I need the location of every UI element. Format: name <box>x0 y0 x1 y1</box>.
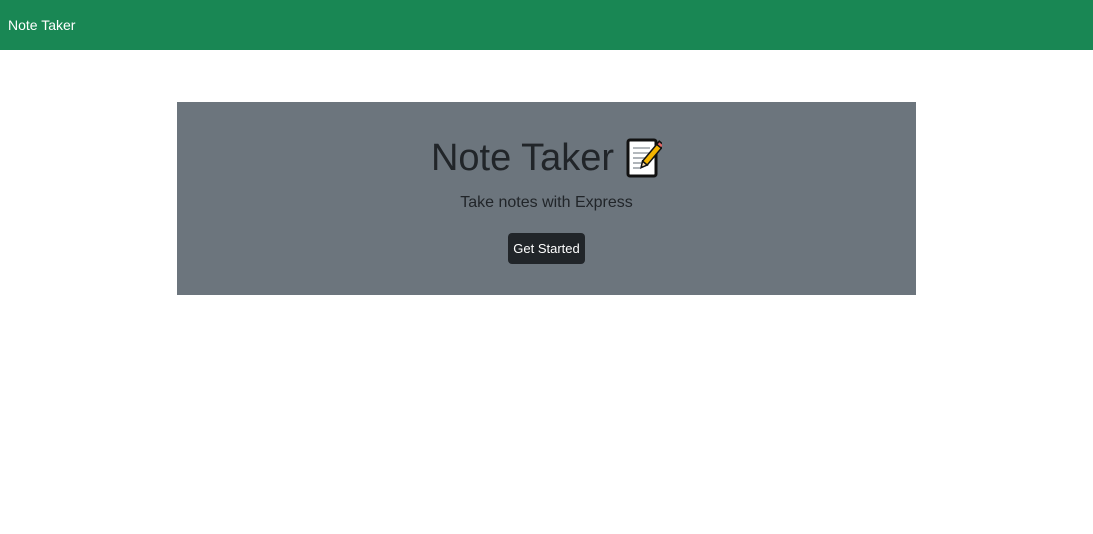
page-title: Note Taker <box>430 137 615 179</box>
get-started-button[interactable]: Get Started <box>508 233 585 264</box>
navbar-brand-link[interactable]: Note Taker <box>8 15 75 35</box>
hero-title-row: Note Taker <box>177 132 916 184</box>
memo-icon <box>626 137 665 179</box>
top-navbar: Note Taker <box>0 0 1093 50</box>
hero-subtitle: Take notes with Express <box>460 194 633 211</box>
hero-banner: Note Taker Take notes with Express Get S… <box>177 102 916 295</box>
